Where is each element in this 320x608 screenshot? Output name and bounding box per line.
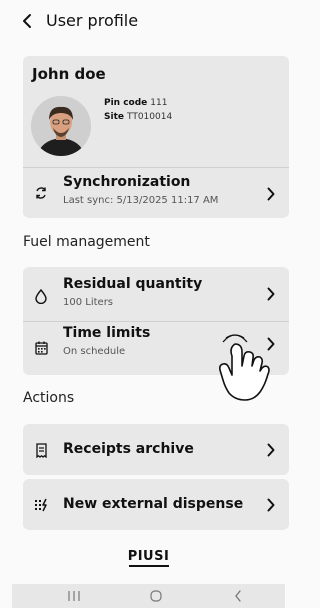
page-title: User profile: [46, 11, 139, 30]
home-icon[interactable]: [148, 588, 164, 604]
receipt-icon: [32, 441, 50, 459]
new-external-dispense-title: New external dispense: [63, 496, 244, 512]
user-name: John doe: [32, 65, 106, 83]
new-external-dispense-row[interactable]: New external dispense: [23, 479, 289, 530]
residual-subtitle: 100 Liters: [63, 297, 114, 308]
actions-section-heading: Actions: [23, 390, 75, 406]
brand-logo: PIUSI: [0, 549, 297, 567]
site-row: Site TT010014: [104, 112, 172, 122]
drop-icon: [32, 287, 50, 305]
system-back-icon[interactable]: [230, 588, 246, 604]
calendar-icon: [32, 339, 50, 357]
receipts-archive-title: Receipts archive: [63, 441, 194, 457]
chevron-right-icon: [265, 286, 277, 302]
residual-title: Residual quantity: [63, 276, 203, 292]
dispense-icon: [32, 496, 50, 514]
back-icon[interactable]: [17, 10, 37, 32]
chevron-right-icon: [265, 442, 277, 458]
site-label: Site: [104, 112, 124, 122]
top-bar: User profile: [0, 0, 297, 44]
tap-hand-icon: [215, 330, 273, 402]
pin-code-value: 111: [150, 98, 168, 108]
fuel-section-heading: Fuel management: [23, 234, 150, 250]
avatar: [31, 96, 91, 156]
sync-subtitle: Last sync: 5/13/2025 11:17 AM: [63, 195, 219, 206]
time-limits-title: Time limits: [63, 325, 151, 341]
chevron-right-icon: [265, 186, 277, 202]
site-value: TT010014: [126, 112, 173, 122]
pin-code-row: Pin code 111: [104, 98, 167, 108]
profile-card: John doe Pin code 111 Site TT010014 Sync…: [23, 56, 289, 218]
time-limits-subtitle: On schedule: [63, 346, 126, 357]
system-nav-bar: [12, 584, 285, 608]
chevron-right-icon: [265, 497, 277, 513]
sync-title: Synchronization: [63, 174, 191, 190]
receipts-archive-row[interactable]: Receipts archive: [23, 424, 289, 475]
sync-icon: [32, 184, 50, 202]
residual-quantity-row[interactable]: Residual quantity 100 Liters: [23, 267, 289, 320]
recent-apps-icon[interactable]: [66, 588, 82, 604]
sync-row[interactable]: Synchronization Last sync: 5/13/2025 11:…: [23, 168, 289, 218]
pin-code-label: Pin code: [104, 98, 148, 108]
